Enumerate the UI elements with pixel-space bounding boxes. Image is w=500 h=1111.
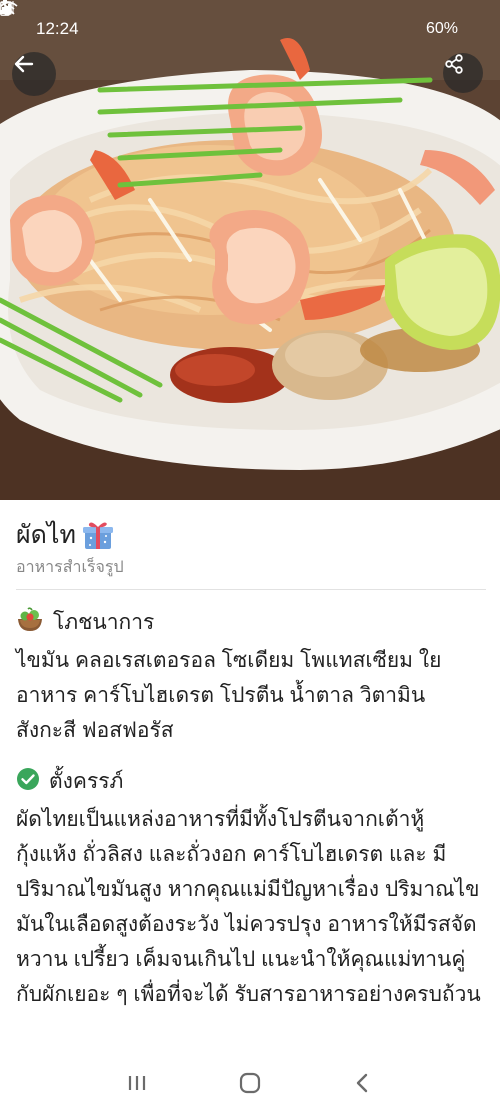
nutrition-text: ไขมัน คลอเรสเตอรอล โซเดียม โพแทสเซียม ใย… bbox=[16, 649, 442, 742]
home-button[interactable] bbox=[230, 1066, 270, 1106]
recent-apps-icon bbox=[126, 1073, 148, 1098]
battery-level: 60% bbox=[425, 20, 458, 37]
page-title: ผัดไท bbox=[16, 521, 76, 549]
divider bbox=[16, 589, 486, 590]
dish-category: อาหารสำเร็จรูป bbox=[16, 559, 124, 576]
nav-back-button[interactable] bbox=[343, 1066, 383, 1106]
hero-image: 12:24 60% bbox=[0, 0, 500, 500]
nutrition-heading: โภชนาการ bbox=[53, 611, 155, 634]
food-detail-content: ผัดไท อาหารสำเร็จรูป โภชนาการ ไขมัน คลอเ… bbox=[0, 500, 500, 1060]
status-icons: 60% bbox=[0, 0, 464, 38]
share-button[interactable] bbox=[443, 53, 483, 93]
recent-apps-button[interactable] bbox=[117, 1066, 157, 1106]
pregnancy-heading: ตั้งครรภ์ bbox=[49, 770, 124, 793]
status-time: 12:24 bbox=[36, 19, 79, 38]
salad-bowl-icon bbox=[16, 607, 44, 638]
status-bar: 12:24 60% bbox=[0, 0, 500, 58]
nutrition-heading-row: โภชนาการ bbox=[16, 606, 154, 639]
check-circle-icon bbox=[16, 767, 40, 796]
back-button[interactable] bbox=[12, 52, 56, 96]
title-row: ผัดไท bbox=[16, 515, 114, 555]
gift-icon bbox=[82, 519, 114, 551]
pad-thai-photo bbox=[0, 0, 500, 500]
pregnancy-heading-row: ตั้งครรภ์ bbox=[16, 765, 123, 798]
back-chevron-icon bbox=[353, 1072, 373, 1099]
system-navigation-bar bbox=[0, 1060, 500, 1111]
pregnancy-advice-text: ผัดไทยเป็นแหล่งอาหารที่มีทั้งโปรตีนจากเต… bbox=[16, 808, 481, 1006]
home-icon bbox=[238, 1071, 262, 1100]
